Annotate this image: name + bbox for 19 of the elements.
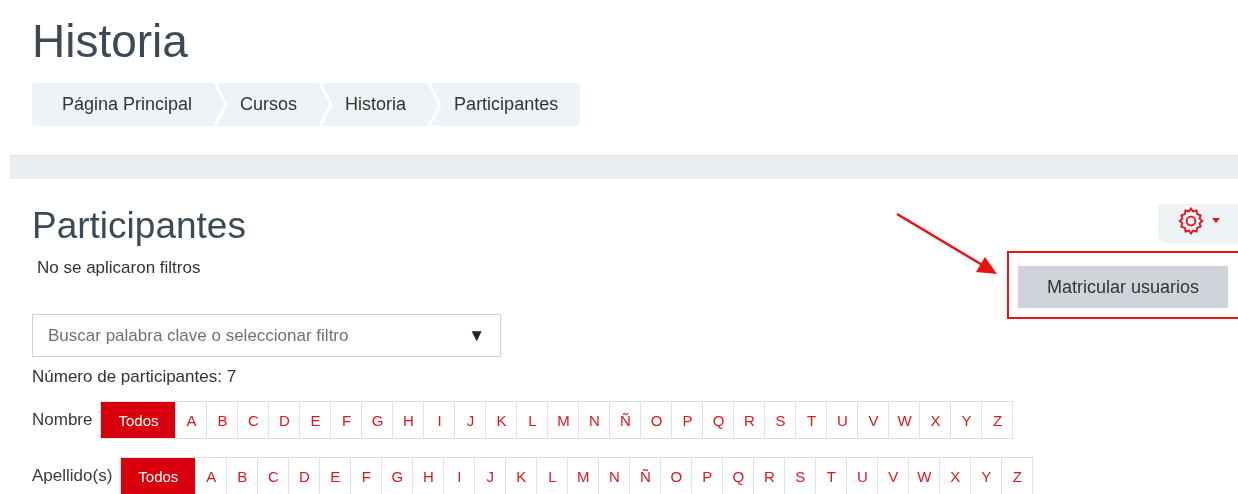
initial-link[interactable]: Todos xyxy=(121,458,196,494)
caret-icon xyxy=(1212,218,1220,223)
settings-icon xyxy=(1176,206,1206,236)
filter-select[interactable]: Buscar palabra clave o seleccionar filtro ▼ xyxy=(32,314,501,357)
breadcrumb-link[interactable]: Participantes xyxy=(442,83,581,126)
initials-label: Nombre xyxy=(32,410,93,430)
breadcrumb-link[interactable]: Página Principal xyxy=(32,83,215,126)
select-placeholder: Buscar palabra clave o seleccionar filtro xyxy=(48,325,349,346)
enrol-users-button[interactable]: Matricular usuarios xyxy=(1018,266,1228,308)
initials-label: Apellido(s) xyxy=(32,466,113,486)
section-title: Participantes xyxy=(32,204,246,248)
participant-count: Número de participantes: 7 xyxy=(32,367,238,387)
dropdown-caret: ▼ xyxy=(468,325,485,346)
page-title: Historia xyxy=(32,14,188,68)
breadcrumb-link[interactable]: Historia xyxy=(333,83,429,126)
filter-status: No se aplicaron filtros xyxy=(37,258,201,278)
settings-menu-button[interactable] xyxy=(1158,204,1238,244)
breadcrumb-link[interactable]: Cursos xyxy=(228,83,320,126)
initial-link[interactable]: Todos xyxy=(101,402,176,438)
